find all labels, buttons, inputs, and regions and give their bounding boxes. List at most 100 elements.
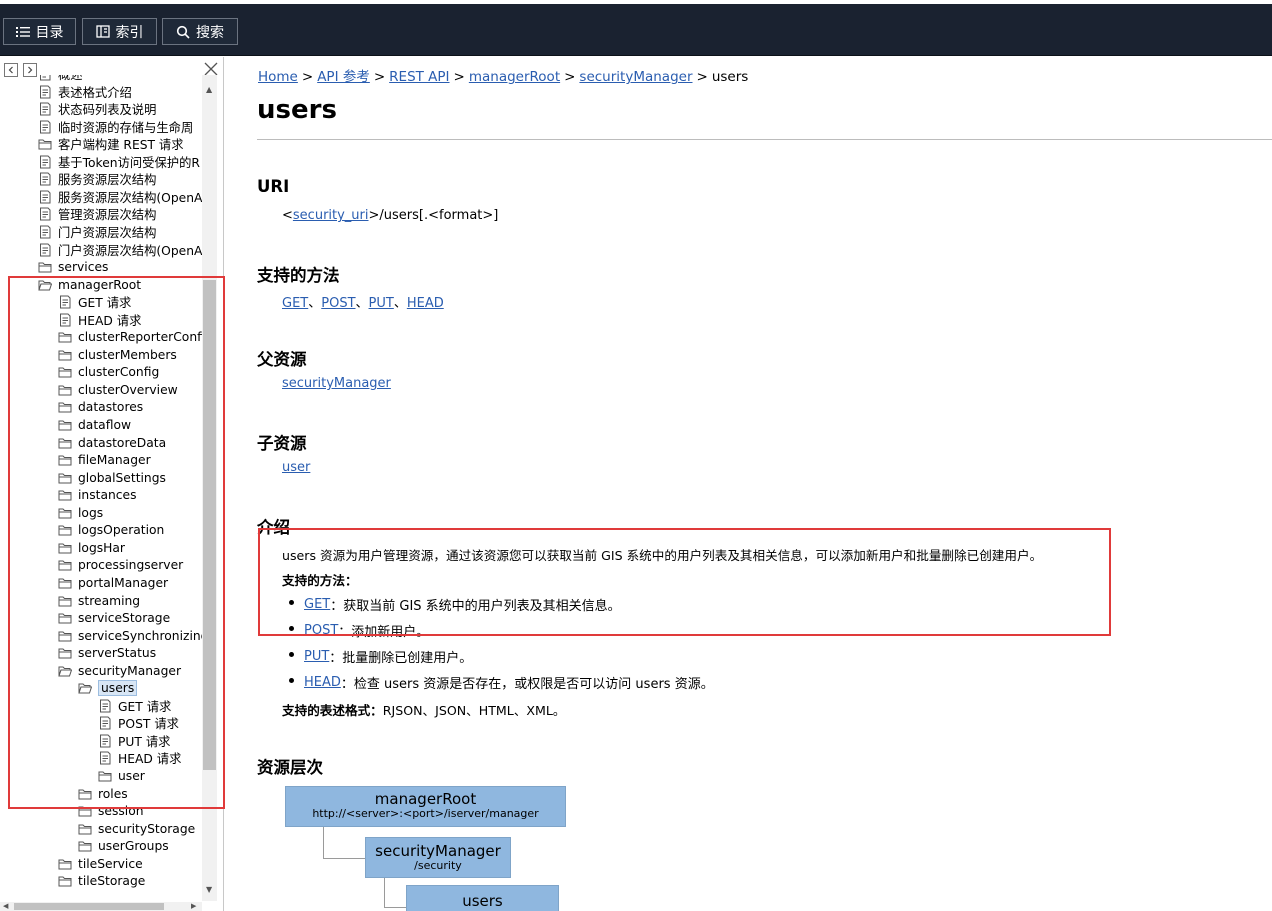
security-uri-link[interactable]: security_uri: [293, 208, 369, 223]
document-icon: [38, 207, 52, 221]
tree-item[interactable]: 门户资源层次结构: [38, 223, 156, 241]
tree-item[interactable]: 客户端构建 REST 请求: [38, 135, 184, 153]
folder-icon: [98, 769, 112, 783]
tree-item[interactable]: clusterOverview: [58, 381, 178, 399]
folder-icon: [58, 506, 72, 520]
scroll-down-arrow-icon[interactable]: ▼: [206, 885, 212, 894]
tree-item[interactable]: portalManager: [58, 574, 168, 592]
tree-item[interactable]: streaming: [58, 592, 140, 610]
tree-item[interactable]: roles: [78, 785, 128, 803]
tree-hscroll-thumb[interactable]: [14, 903, 164, 910]
tree-item[interactable]: datastoreData: [58, 434, 166, 452]
tree-item[interactable]: PUT 请求: [98, 732, 170, 750]
tree-item[interactable]: userGroups: [78, 837, 169, 855]
tree-item[interactable]: 状态码列表及说明: [38, 100, 156, 118]
tree-item[interactable]: dataflow: [58, 416, 131, 434]
intro-head-link[interactable]: HEAD: [304, 675, 341, 690]
tree-item[interactable]: 基于Token访问受保护的R: [38, 153, 200, 171]
tree-item[interactable]: managerRoot: [38, 276, 141, 294]
breadcrumb-home[interactable]: Home: [258, 69, 298, 85]
tree-item[interactable]: serviceStorage: [58, 609, 170, 627]
document-icon: [98, 699, 112, 713]
tree-item[interactable]: HEAD 请求: [58, 311, 141, 329]
tree-item[interactable]: clusterReporterConfig: [58, 328, 204, 346]
method-head-link[interactable]: HEAD: [407, 296, 444, 311]
scroll-left-arrow-icon[interactable]: ◀: [3, 902, 8, 910]
tree-item[interactable]: logsOperation: [58, 521, 164, 539]
tree-item[interactable]: serviceSynchronizingJ: [58, 627, 204, 645]
folder-icon: [58, 436, 72, 450]
breadcrumb-api-reference[interactable]: API 参考: [317, 69, 370, 85]
tree-item-label: processingserver: [78, 558, 184, 573]
tree-item[interactable]: 服务资源层次结构(OpenA: [38, 188, 202, 206]
tree-item-label: 临时资源的存储与生命周: [58, 120, 194, 135]
hierarchy-node-users[interactable]: users: [406, 885, 559, 911]
toc-button[interactable]: 目录: [3, 18, 76, 45]
tree-item[interactable]: serverStatus: [58, 644, 156, 662]
folder-open-icon: [78, 681, 93, 695]
breadcrumb-rest-api[interactable]: REST API: [389, 69, 449, 85]
tree-item[interactable]: clusterMembers: [58, 346, 177, 364]
tree-item[interactable]: securityStorage: [78, 820, 195, 838]
tree-item[interactable]: 管理资源层次结构: [38, 205, 156, 223]
tree-item[interactable]: tileStorage: [58, 872, 145, 890]
toc-button-label: 目录: [35, 24, 64, 41]
tree-item[interactable]: clusterConfig: [58, 363, 159, 381]
tree-item[interactable]: 门户资源层次结构(OpenA: [38, 241, 202, 259]
document-icon: [38, 120, 52, 134]
tree-item[interactable]: user: [98, 767, 145, 785]
child-user-link[interactable]: user: [282, 460, 310, 475]
chevron-left-icon: [8, 66, 13, 74]
tree-item[interactable]: datastores: [58, 398, 143, 416]
intro-put-link[interactable]: PUT: [304, 649, 329, 664]
tree-item[interactable]: 表述格式介绍: [38, 83, 132, 101]
hierarchy-connector: [323, 858, 365, 859]
tree-item[interactable]: fileManager: [58, 451, 151, 469]
search-button[interactable]: 搜索: [162, 18, 238, 45]
parent-securitymanager-link[interactable]: securityManager: [282, 376, 391, 391]
tree-scroll-thumb[interactable]: [203, 280, 216, 770]
scroll-up-arrow-icon[interactable]: ▲: [206, 85, 212, 94]
method-get-link[interactable]: GET: [282, 296, 308, 311]
uri-suffix: >/users[.<format>]: [368, 208, 499, 223]
tree-item[interactable]: processingserver: [58, 556, 183, 574]
breadcrumb-separator: >: [696, 69, 708, 85]
tree-item[interactable]: users: [78, 679, 138, 697]
tree-item-label: logsHar: [78, 540, 125, 555]
tree-item[interactable]: tileService: [58, 855, 143, 873]
folder-icon: [78, 839, 92, 853]
tree-item[interactable]: logs: [58, 504, 103, 522]
tree-item[interactable]: POST 请求: [98, 714, 179, 732]
tree-item[interactable]: logsHar: [58, 539, 125, 557]
tree-item[interactable]: HEAD 请求: [98, 749, 181, 767]
tree-item[interactable]: GET 请求: [98, 697, 171, 715]
tree-item[interactable]: 服务资源层次结构: [38, 170, 156, 188]
tree-item[interactable]: 临时资源的存储与生命周: [38, 118, 193, 136]
folder-open-icon: [58, 664, 73, 678]
breadcrumb-managerroot[interactable]: managerRoot: [469, 69, 560, 85]
bullet-dot: [289, 600, 294, 605]
tree-item-label: managerRoot: [58, 277, 142, 292]
hierarchy-node-managerroot[interactable]: managerRoot http://<server>:<port>/iserv…: [285, 786, 566, 827]
tree-item[interactable]: globalSettings: [58, 469, 166, 487]
document-icon: [38, 172, 52, 186]
breadcrumb-separator: >: [453, 69, 465, 85]
intro-get-link[interactable]: GET: [304, 597, 330, 612]
folder-icon: [58, 558, 72, 572]
tree-item[interactable]: securityManager: [58, 662, 181, 680]
intro-post-link[interactable]: POST: [304, 623, 338, 638]
breadcrumb-securitymanager[interactable]: securityManager: [579, 69, 692, 85]
breadcrumb-separator: >: [564, 69, 576, 85]
index-button[interactable]: 索引: [82, 18, 157, 45]
tree-item[interactable]: GET 请求: [58, 293, 131, 311]
tree-item[interactable]: instances: [58, 486, 137, 504]
parent-resource-value: securityManager: [282, 376, 391, 391]
tree-item[interactable]: services: [38, 258, 108, 276]
tree-item-label: user: [118, 769, 145, 783]
hierarchy-connector: [384, 907, 406, 908]
tree-item[interactable]: session: [78, 802, 144, 820]
method-put-link[interactable]: PUT: [369, 296, 394, 311]
method-post-link[interactable]: POST: [321, 296, 355, 311]
scroll-right-arrow-icon[interactable]: ▶: [191, 902, 196, 910]
hierarchy-node-securitymanager[interactable]: securityManager /security: [365, 837, 511, 878]
